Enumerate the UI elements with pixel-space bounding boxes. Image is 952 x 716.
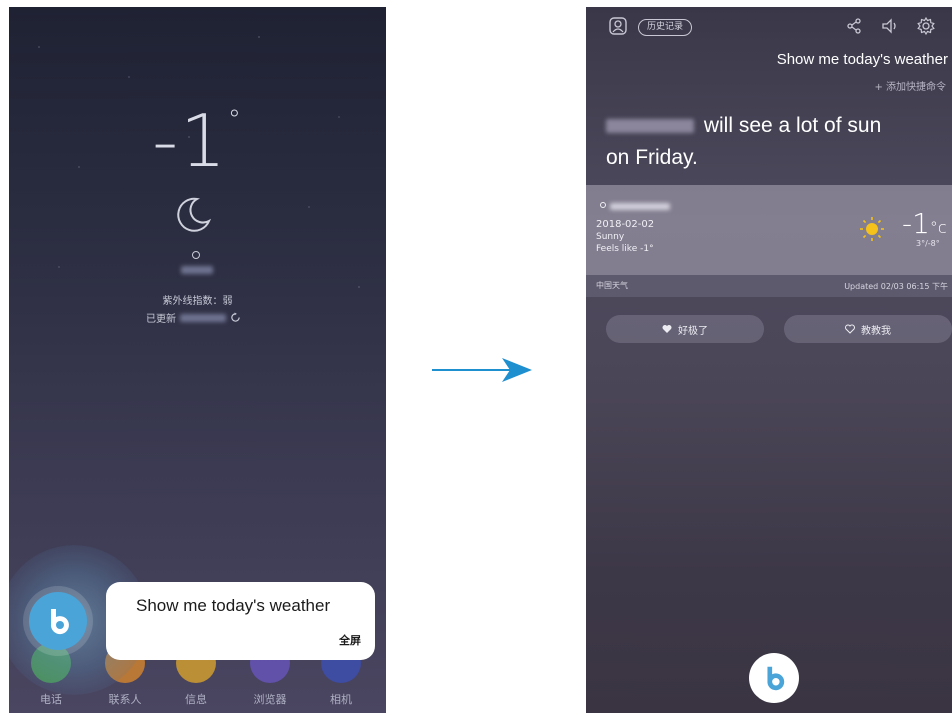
temperature-range: 3°/-8° bbox=[916, 239, 940, 248]
dock-label: 联系人 bbox=[108, 693, 142, 706]
bixby-answer: will see a lot of sun on Friday. bbox=[606, 110, 936, 174]
answer-line-2: on Friday. bbox=[606, 146, 698, 169]
location-pin-icon bbox=[600, 202, 606, 208]
dock-label: 相机 bbox=[330, 693, 352, 706]
location-pin-icon bbox=[192, 251, 200, 259]
weather-temperature: -1° bbox=[9, 99, 386, 183]
great-feedback-label: 好极了 bbox=[678, 325, 708, 337]
dock-label: 电话 bbox=[40, 693, 62, 706]
moon-icon bbox=[177, 197, 212, 232]
speaker-icon[interactable] bbox=[880, 16, 900, 36]
history-button[interactable]: 历史记录 bbox=[638, 19, 693, 36]
heart-outline-icon bbox=[845, 324, 855, 334]
fullscreen-button[interactable]: 全屏 bbox=[339, 632, 361, 648]
location-name-blurred bbox=[606, 119, 694, 134]
bixby-button[interactable] bbox=[749, 653, 799, 703]
card-temperature-value: -1 bbox=[902, 207, 930, 240]
settings-gear-icon[interactable] bbox=[916, 16, 936, 36]
location-name-blurred bbox=[610, 203, 670, 210]
location-name-blurred bbox=[181, 266, 213, 274]
teach-me-label: 教教我 bbox=[861, 325, 891, 337]
sunny-icon bbox=[860, 217, 884, 241]
share-icon[interactable] bbox=[844, 16, 864, 36]
answer-line-1: will see a lot of sun bbox=[703, 114, 882, 137]
refresh-icon[interactable] bbox=[230, 312, 241, 323]
transition-arrow-icon bbox=[432, 358, 532, 382]
bixby-button[interactable] bbox=[29, 592, 87, 650]
great-feedback-button[interactable]: 好极了 bbox=[606, 315, 764, 343]
teach-me-button[interactable]: 教教我 bbox=[784, 315, 952, 343]
feels-like: Feels like -1° bbox=[596, 244, 654, 254]
weather-condition: Sunny bbox=[596, 232, 625, 242]
voice-query-bubble[interactable]: Show me today's weather 全屏 bbox=[106, 582, 375, 660]
temperature-unit: °c bbox=[929, 218, 947, 237]
source-row: 中国天气 Updated 02/03 06:15 下午 bbox=[586, 275, 952, 297]
bixby-top-bar: 历史记录 bbox=[586, 14, 952, 40]
weather-card[interactable]: 2018-02-02 Sunny Feels like -1° -1°c 3°/… bbox=[586, 185, 952, 275]
profile-icon[interactable] bbox=[608, 16, 628, 36]
bixby-logo-icon bbox=[50, 609, 69, 635]
updated-label: 已更新 bbox=[146, 314, 176, 325]
updated-time-blurred bbox=[180, 313, 226, 322]
right-phone-screen: 历史记录 Show me today's weather + 添加快捷命令 wi… bbox=[586, 7, 952, 713]
updated-row: 已更新 bbox=[146, 310, 241, 325]
left-phone-screen: -1° 紫外线指数：弱 已更新 电话 联系人 信息 浏览器 相机 Show me… bbox=[9, 7, 386, 713]
card-temperature: -1°c bbox=[902, 207, 947, 240]
bixby-logo-icon bbox=[767, 666, 785, 691]
dock-label: 信息 bbox=[185, 693, 207, 706]
add-quick-command-link[interactable]: + 添加快捷命令 bbox=[874, 78, 946, 93]
weather-source-logo[interactable]: 中国天气 bbox=[596, 280, 628, 291]
temperature-value: -1 bbox=[152, 99, 228, 183]
dock-label: 浏览器 bbox=[253, 693, 287, 706]
uv-index-text: 紫外线指数：弱 bbox=[162, 296, 233, 307]
query-text: Show me today's weather bbox=[136, 596, 331, 615]
query-text: Show me today's weather bbox=[776, 51, 948, 68]
updated-timestamp: Updated 02/03 06:15 下午 bbox=[844, 282, 948, 291]
degree-symbol: ° bbox=[227, 105, 243, 135]
heart-filled-icon bbox=[662, 325, 672, 333]
weather-date: 2018-02-02 bbox=[596, 219, 655, 230]
